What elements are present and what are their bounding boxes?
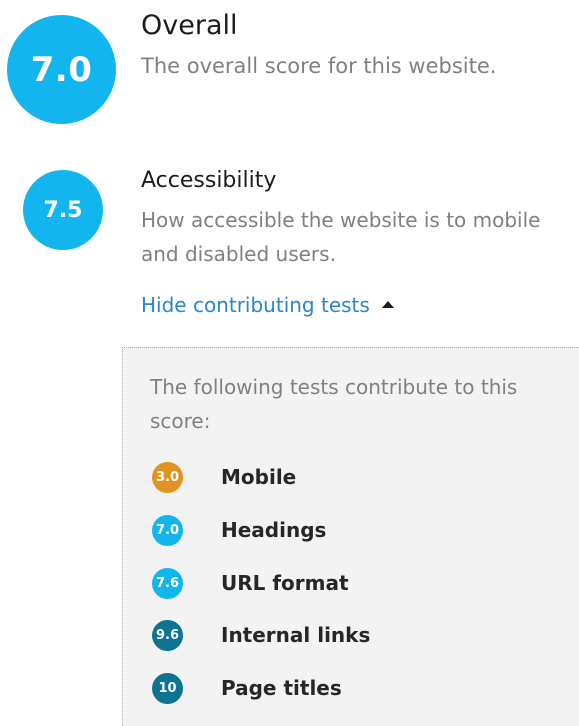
- score-breakdown: 7.0 Overall The overall score for this w…: [0, 0, 579, 726]
- test-score-badge: 9.6: [152, 619, 183, 651]
- test-name: Mobile: [221, 465, 297, 489]
- test-name: Headings: [221, 518, 327, 542]
- test-name: Page titles: [221, 676, 342, 700]
- test-row-url-format: 7.6 URL format: [152, 566, 349, 600]
- overall-description: The overall score for this website.: [141, 54, 497, 78]
- test-row-mobile: 3.0 Mobile: [152, 460, 296, 494]
- caret-up-icon: [381, 300, 394, 308]
- contributing-tests-panel: The following tests contribute to this s…: [122, 347, 579, 726]
- contributing-tests-intro: The following tests contribute to this s…: [150, 375, 518, 433]
- hide-contributing-tests-link[interactable]: Hide contributing tests: [141, 293, 394, 317]
- accessibility-score-badge: 7.5: [23, 170, 103, 250]
- overall-score-badge: 7.0: [7, 15, 116, 124]
- overall-title: Overall: [141, 10, 238, 41]
- test-name: Internal links: [221, 623, 371, 647]
- test-score-badge: 10: [152, 672, 183, 704]
- test-row-headings: 7.0 Headings: [152, 513, 326, 547]
- test-name: URL format: [221, 571, 349, 595]
- hide-contributing-tests-label: Hide contributing tests: [141, 293, 370, 317]
- accessibility-title: Accessibility: [141, 168, 277, 193]
- test-row-page-titles: 10 Page titles: [152, 671, 342, 705]
- test-score-badge: 7.6: [152, 567, 183, 599]
- test-score-badge: 3.0: [152, 461, 183, 493]
- test-score-badge: 7.0: [152, 514, 183, 546]
- accessibility-description: How accessible the website is to mobile …: [141, 208, 541, 266]
- test-row-internal-links: 9.6 Internal links: [152, 618, 370, 652]
